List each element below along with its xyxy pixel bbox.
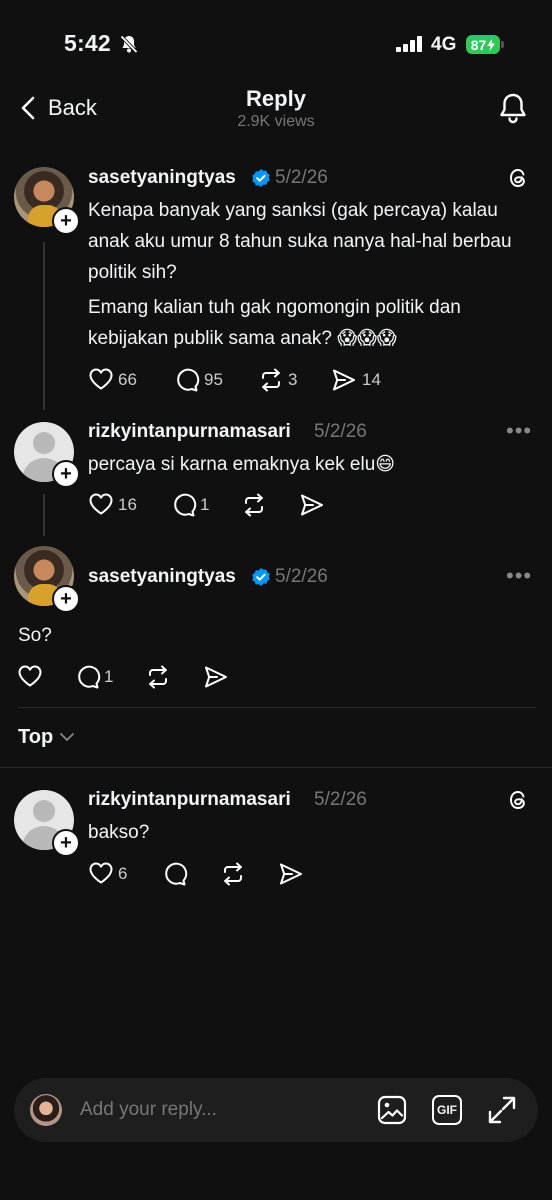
page-title: Reply: [246, 86, 306, 111]
username[interactable]: sasetyaningtyas: [88, 167, 236, 189]
network-type: 4G: [431, 34, 457, 55]
repost-icon[interactable]: [220, 861, 246, 887]
like-count: 66: [118, 370, 137, 389]
chevron-down-icon[interactable]: [59, 731, 75, 743]
muted-bell-icon: [119, 34, 139, 54]
post-text: percaya si karna emaknya kek elu😄: [88, 454, 396, 475]
share-icon[interactable]: [203, 664, 229, 690]
share-icon[interactable]: [331, 367, 357, 393]
thread-line: [43, 242, 45, 410]
sort-dropdown[interactable]: Top: [18, 726, 53, 749]
post-date: 5/2/26: [314, 421, 367, 442]
reply-icon[interactable]: [174, 367, 200, 393]
gif-label: GIF: [437, 1103, 457, 1117]
reply-input[interactable]: Add your reply...: [80, 1099, 217, 1121]
repost-icon[interactable]: [241, 492, 267, 518]
reply-icon[interactable]: [75, 664, 101, 690]
verified-badge-icon: [251, 567, 271, 587]
battery-cap: [501, 41, 504, 48]
expand-icon[interactable]: [487, 1095, 517, 1125]
post-text: bakso?: [88, 822, 150, 843]
notification-bell-icon[interactable]: [498, 92, 528, 124]
post-text: Kenapa banyak yang sanksi (gak percaya) …: [88, 200, 512, 283]
repost-count: 3: [288, 370, 298, 389]
post-date: 5/2/26: [275, 167, 328, 188]
verified-badge-icon: [251, 168, 271, 188]
post-date: 5/2/26: [314, 789, 367, 810]
reply-count: 95: [204, 370, 223, 389]
image-attach-icon[interactable]: [377, 1095, 407, 1125]
more-options-icon[interactable]: •••: [506, 418, 532, 444]
divider: [18, 707, 536, 708]
current-user-avatar: [30, 1094, 62, 1126]
like-icon[interactable]: [88, 492, 114, 516]
repost-icon[interactable]: [258, 367, 284, 393]
like-icon[interactable]: [88, 367, 114, 391]
username[interactable]: sasetyaningtyas: [88, 566, 236, 588]
thread-line: [43, 494, 45, 536]
reply-count: 1: [104, 667, 114, 686]
status-time: 5:42: [64, 30, 111, 56]
post-date: 5/2/26: [275, 566, 328, 587]
username[interactable]: rizkyintanpurnamasari: [88, 421, 291, 443]
more-options-icon[interactable]: •••: [506, 563, 532, 589]
post-text: So?: [18, 625, 52, 646]
view-count: 2.9K views: [237, 113, 315, 130]
reply-icon[interactable]: [162, 861, 188, 887]
like-icon[interactable]: [88, 861, 114, 885]
like-count: 16: [118, 495, 137, 514]
reply-count: 1: [200, 495, 210, 514]
share-count: 14: [362, 370, 381, 389]
reply-icon[interactable]: [171, 492, 197, 518]
gif-button[interactable]: GIF: [432, 1095, 462, 1125]
follow-plus-icon[interactable]: +: [52, 460, 80, 488]
follow-plus-icon[interactable]: +: [52, 585, 80, 613]
cellular-signal-icon: [396, 36, 424, 52]
share-icon[interactable]: [278, 861, 304, 887]
post-text: Emang kalian tuh gak ngomongin politik d…: [88, 297, 461, 349]
username[interactable]: rizkyintanpurnamasari: [88, 789, 291, 811]
follow-plus-icon[interactable]: +: [52, 829, 80, 857]
battery-level: 87: [470, 36, 487, 53]
battery-indicator: 87: [466, 35, 500, 54]
share-icon[interactable]: [299, 492, 325, 518]
like-count: 6: [118, 864, 128, 883]
like-icon[interactable]: [17, 664, 43, 688]
repost-icon[interactable]: [145, 664, 171, 690]
divider: [0, 767, 552, 768]
threads-logo-icon[interactable]: [506, 166, 530, 190]
threads-logo-icon[interactable]: [506, 788, 530, 812]
follow-plus-icon[interactable]: +: [52, 207, 80, 235]
